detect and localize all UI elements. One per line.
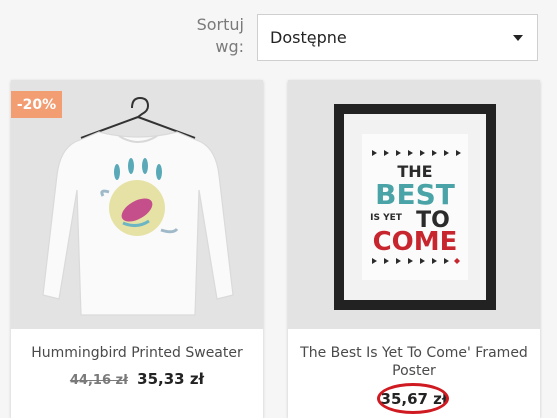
- sort-selected-value: Dostępne: [270, 28, 347, 47]
- product-thumbnail[interactable]: -20%: [11, 80, 263, 329]
- sort-select[interactable]: Dostępne: [257, 14, 538, 61]
- price-row: 44,16 zł 35,33 zł: [11, 370, 263, 388]
- poster-word-come: COME: [373, 227, 458, 257]
- discount-badge: -20%: [11, 91, 62, 118]
- sort-label: Sortuj wg:: [196, 15, 244, 56]
- old-price: 44,16 zł: [69, 373, 128, 388]
- current-price: 35,33 zł: [137, 370, 205, 388]
- product-title[interactable]: The Best Is Yet To Come' Framed Poster: [294, 344, 534, 380]
- product-thumbnail[interactable]: THE BEST IS YET TO COME: [288, 80, 540, 329]
- chevron-down-icon: [513, 35, 523, 41]
- product-card[interactable]: -20% Hummingbird Printed Sweater 44,16 z…: [11, 80, 263, 418]
- poster-word-best: BEST: [375, 178, 455, 211]
- poster-image: THE BEST IS YET TO COME: [334, 104, 496, 310]
- product-title[interactable]: Hummingbird Printed Sweater: [17, 344, 257, 362]
- price-highlight-circle: [377, 383, 449, 414]
- poster-word-is-yet: IS YET: [370, 213, 403, 223]
- product-card[interactable]: THE BEST IS YET TO COME The Best Is Yet …: [288, 80, 540, 418]
